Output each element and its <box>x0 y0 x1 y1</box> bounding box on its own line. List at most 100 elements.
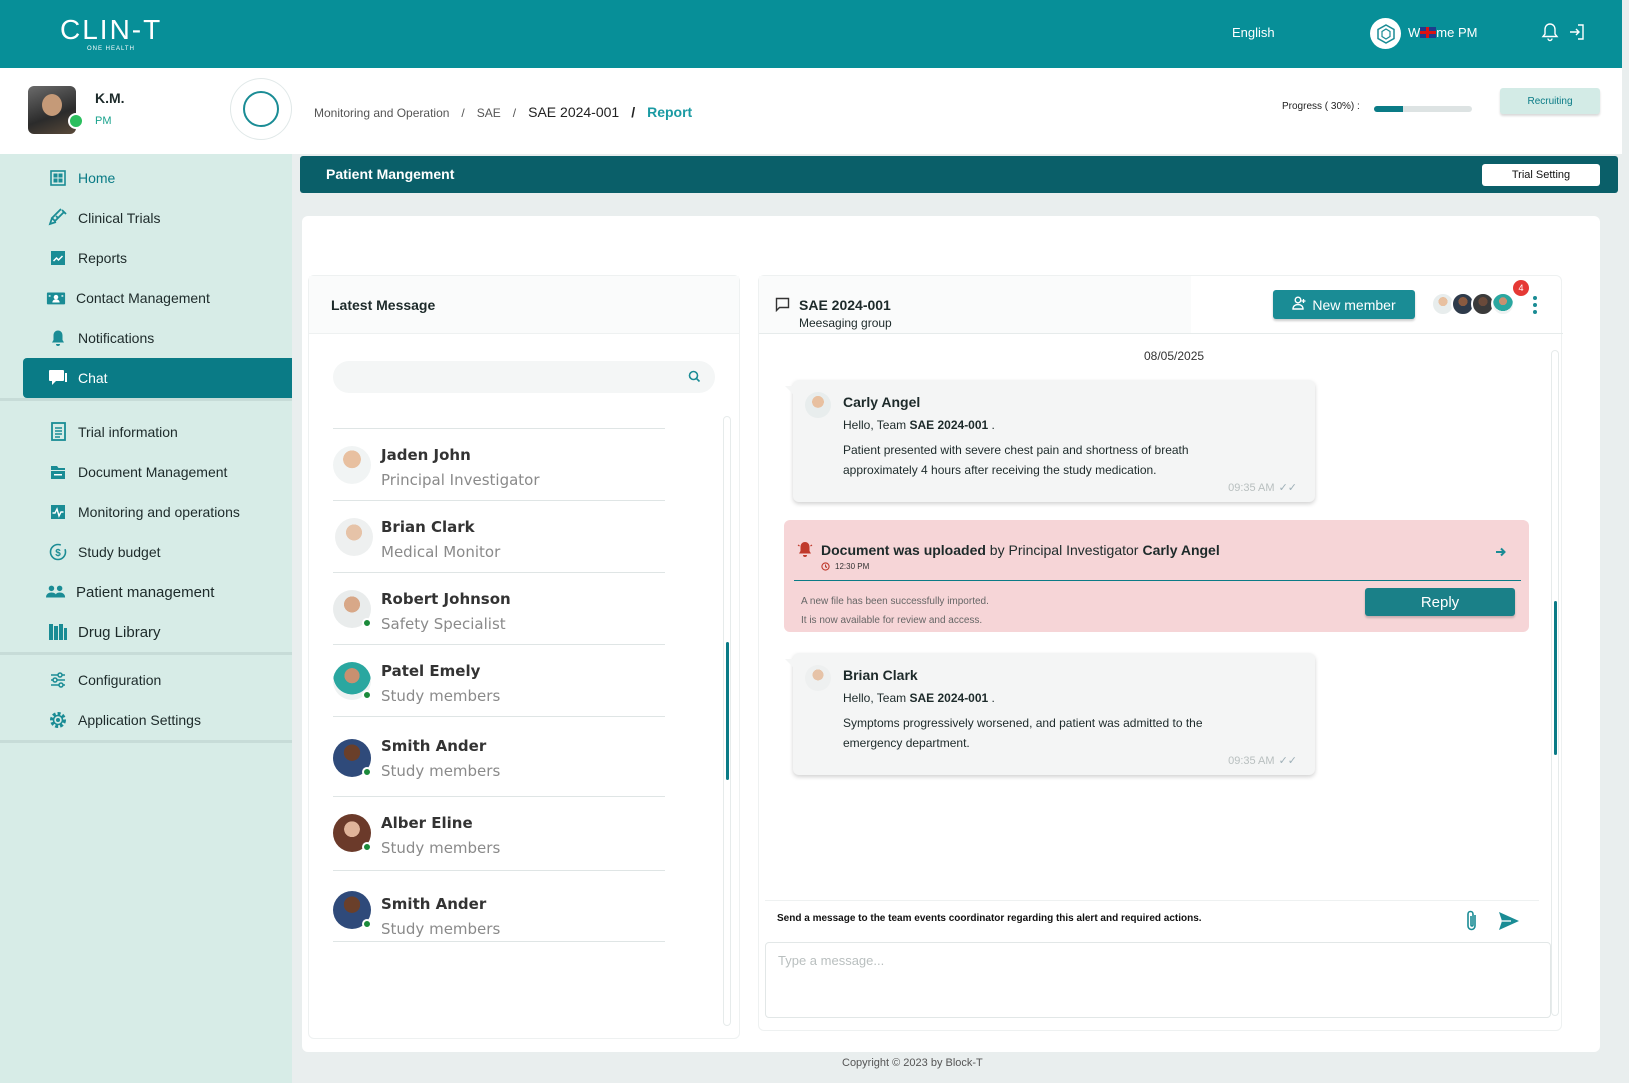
status-badge[interactable]: Recruiting <box>1500 88 1600 114</box>
list-item[interactable]: Smith Ander Study members <box>333 870 665 942</box>
double-check-icon: ✓✓ <box>1278 482 1297 494</box>
document-upload-alert: Document was uploaded by Principal Inves… <box>784 520 1529 632</box>
user-name: K.M. <box>95 90 125 106</box>
double-check-icon: ✓✓ <box>1278 755 1297 767</box>
avatar <box>28 86 76 134</box>
bell-icon[interactable] <box>1540 22 1562 44</box>
contact-role: Study members <box>381 762 501 780</box>
sidebar-item-drug-library[interactable]: Drug Library <box>0 612 292 652</box>
contact-role: Study members <box>381 687 501 705</box>
message-sender[interactable]: Brian Clark <box>843 667 918 683</box>
contact-name: Smith Ander <box>381 737 487 755</box>
sidebar-item-study-budget[interactable]: $ Study budget <box>0 532 292 572</box>
budget-icon: $ <box>48 542 68 562</box>
sidebar-item-label: Application Settings <box>78 712 201 728</box>
scrollbar-thumb[interactable] <box>726 642 729 780</box>
sidebar-item-label: Study budget <box>78 544 161 560</box>
reply-button[interactable]: Reply <box>1365 588 1515 616</box>
avatar <box>805 392 831 418</box>
divider <box>794 580 1521 581</box>
message-sender[interactable]: Carly Angel <box>843 394 920 410</box>
contact-name: Alber Eline <box>381 814 473 832</box>
breadcrumb-item[interactable]: SAE <box>477 106 501 120</box>
sliders-icon <box>48 670 68 690</box>
chat-header: SAE 2024-001 Meesaging group New member … <box>759 276 1563 334</box>
breadcrumb-item[interactable]: SAE 2024-001 <box>528 104 619 120</box>
add-user-icon <box>1292 296 1306 313</box>
sidebar-item-monitoring[interactable]: Monitoring and operations <box>0 492 292 532</box>
sidebar-item-document-management[interactable]: Document Management <box>0 452 292 492</box>
breadcrumb-separator: / <box>512 106 517 120</box>
trial-setting-button[interactable]: Trial Setting <box>1482 164 1600 186</box>
sidebar-item-label: Clinical Trials <box>78 210 161 226</box>
contact-role: Study members <box>381 839 501 857</box>
message-timestamp: 09:35 AM ✓✓ <box>1228 755 1297 767</box>
list-item[interactable]: Robert Johnson Safety Specialist <box>333 572 665 644</box>
message-input-box[interactable] <box>765 942 1551 1018</box>
list-item[interactable]: Alber Eline Study members <box>333 796 665 870</box>
composer-hint: Send a message to the team events coordi… <box>777 913 1202 924</box>
search-input[interactable] <box>333 361 715 393</box>
alarm-bell-icon <box>796 540 814 563</box>
sidebar-item-label: Configuration <box>78 672 162 688</box>
report-icon <box>48 248 68 268</box>
top-header: CLIN-T ONE HEALTH English Wme PM <box>0 0 1622 68</box>
breadcrumb: Monitoring and Operation / SAE / SAE 202… <box>314 104 692 120</box>
search-icon[interactable] <box>688 370 701 388</box>
sidebar-item-contact-management[interactable]: Contact Management <box>0 278 292 318</box>
message-icon <box>775 297 790 317</box>
paperclip-icon[interactable] <box>1465 909 1479 938</box>
users-icon <box>46 582 66 602</box>
clock-icon <box>821 562 830 571</box>
scrollbar-thumb[interactable] <box>1554 601 1557 755</box>
latest-message-title: Latest Message <box>309 276 739 334</box>
message-greeting: Hello, Team SAE 2024-001 . <box>843 691 995 705</box>
sidebar-item-notifications[interactable]: Notifications <box>0 318 292 358</box>
alert-message: A new file has been successfully importe… <box>801 596 989 626</box>
chat-message: Brian Clark Hello, Team SAE 2024-001 . S… <box>785 653 1315 775</box>
breadcrumb-bar: Monitoring and Operation / SAE / SAE 202… <box>292 68 1622 154</box>
sidebar-item-label: Drug Library <box>78 623 161 641</box>
online-status-dot <box>362 919 372 929</box>
workspace-switcher[interactable]: Wme PM <box>1408 25 1477 40</box>
sidebar-item-application-settings[interactable]: Application Settings <box>0 700 292 740</box>
message-input[interactable] <box>766 943 1550 978</box>
breadcrumb-current: Report <box>647 104 693 120</box>
sidebar-item-configuration[interactable]: Configuration <box>0 660 292 700</box>
send-icon[interactable] <box>1498 911 1520 936</box>
arrow-right-icon[interactable] <box>1495 545 1507 563</box>
user-role: PM <box>95 115 112 127</box>
list-item[interactable]: Patel Emely Study members <box>333 644 665 716</box>
sidebar-item-label: Monitoring and operations <box>78 504 240 520</box>
sidebar-item-clinical-trials[interactable]: Clinical Trials <box>0 198 292 238</box>
footer-copyright: Copyright © 2023 by Block-T <box>842 1057 983 1069</box>
contact-name: Robert Johnson <box>381 590 511 608</box>
sidebar-item-chat[interactable]: Chat <box>23 358 292 398</box>
hub-logo-icon[interactable] <box>1370 18 1401 49</box>
new-member-label: New member <box>1312 296 1396 313</box>
gear-icon <box>48 710 68 730</box>
logout-icon[interactable] <box>1567 22 1589 44</box>
sidebar-item-home[interactable]: Home <box>0 158 292 198</box>
nav-group-settings: Configuration Application Settings <box>0 660 292 743</box>
new-member-button[interactable]: New member <box>1273 290 1415 319</box>
logo-text: CLIN-T <box>60 14 163 45</box>
more-options-icon[interactable] <box>1533 296 1537 314</box>
search-field[interactable] <box>333 361 673 393</box>
sidebar-item-trial-information[interactable]: Trial information <box>0 412 292 452</box>
message-timestamp: 09:35 AM ✓✓ <box>1228 482 1297 494</box>
sidebar-item-patient-management[interactable]: Patient management <box>0 572 292 612</box>
language-selector[interactable]: English <box>1232 25 1275 40</box>
scrollbar[interactable] <box>723 416 731 1026</box>
avatar <box>335 518 373 556</box>
folder-icon <box>48 462 68 482</box>
sidebar-item-reports[interactable]: Reports <box>0 238 292 278</box>
list-item[interactable]: Jaden John Principal Investigator <box>333 428 665 500</box>
list-item[interactable]: Brian Clark Medical Monitor <box>333 500 665 572</box>
scrollbar[interactable] <box>1551 350 1559 1016</box>
member-avatars[interactable] <box>1431 292 1521 318</box>
app-logo[interactable]: CLIN-T ONE HEALTH <box>60 14 163 52</box>
sidebar-toggle-button[interactable] <box>230 78 292 140</box>
breadcrumb-item[interactable]: Monitoring and Operation <box>314 106 449 120</box>
list-item[interactable]: Smith Ander Study members <box>333 716 665 796</box>
